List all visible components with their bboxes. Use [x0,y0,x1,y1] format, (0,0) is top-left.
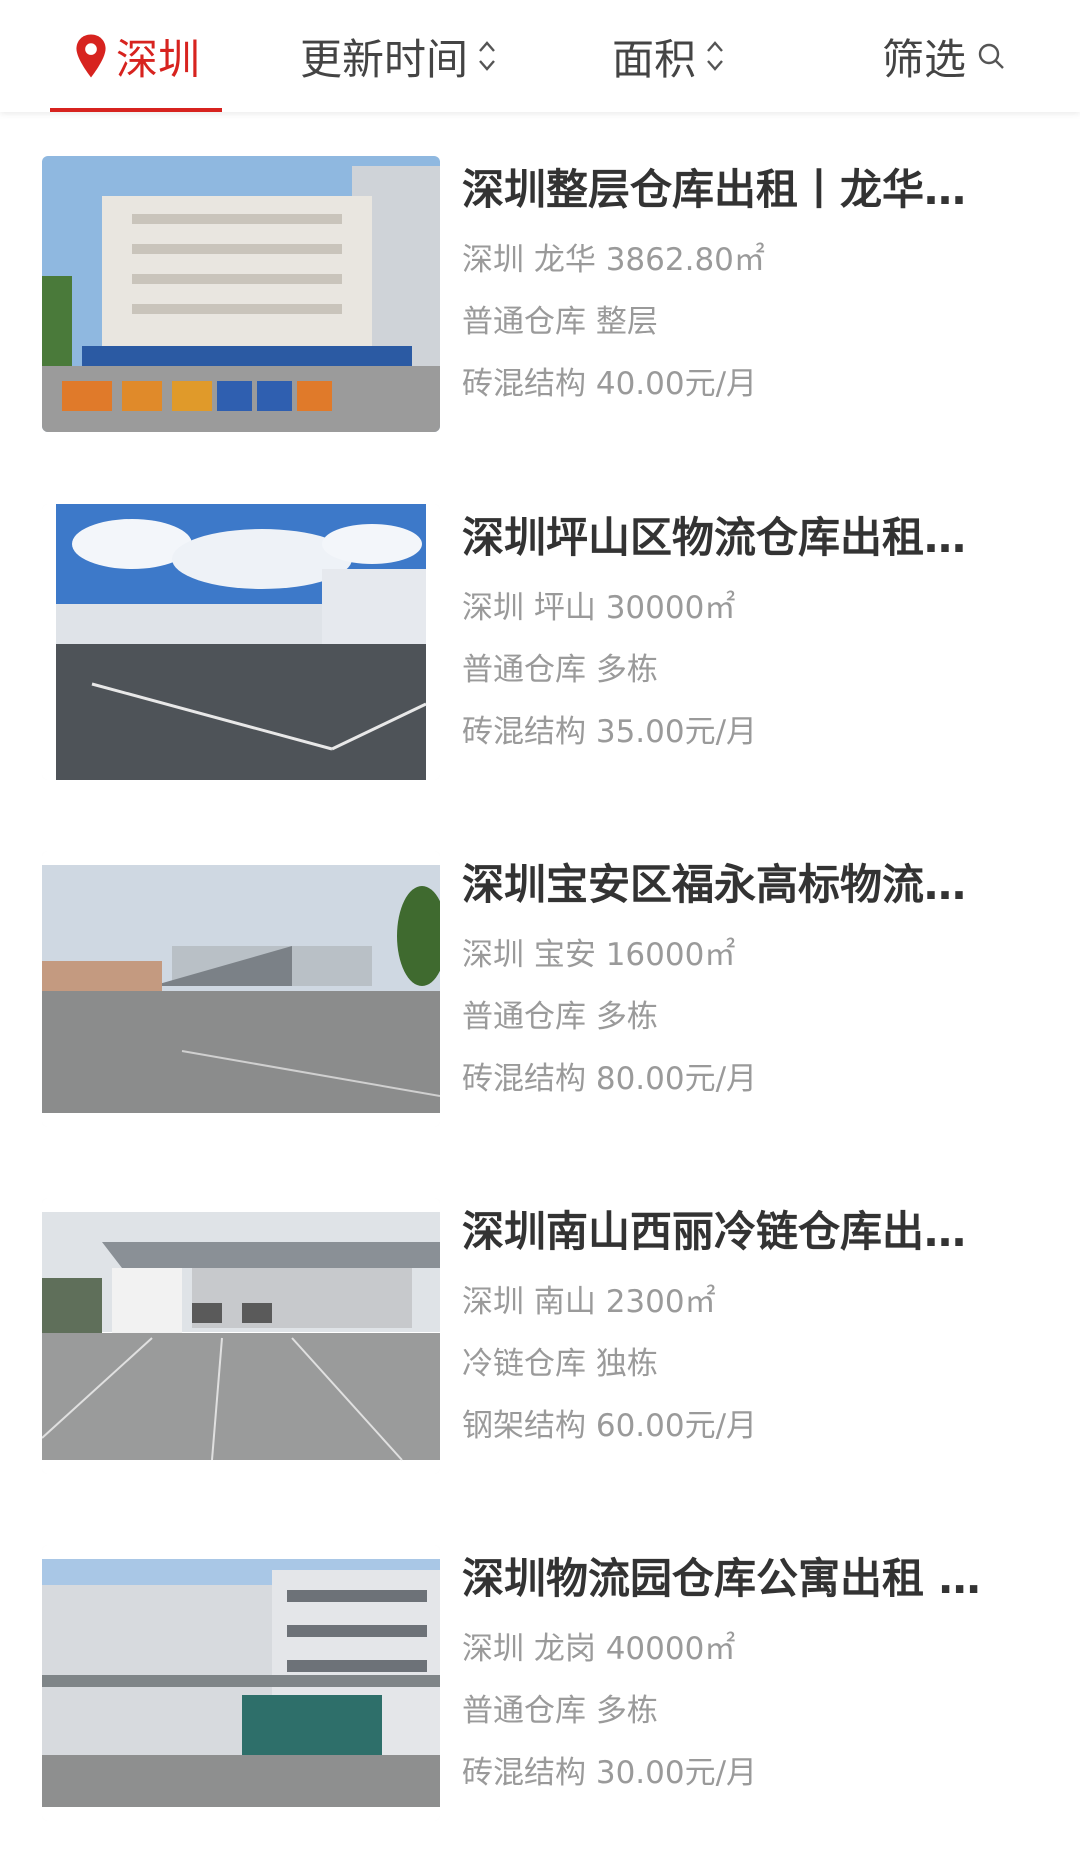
listing-photo[interactable] [42,851,440,1127]
filter-label: 筛选 [882,34,967,84]
sort-by-update-time[interactable]: 更新时间 [300,0,498,112]
listing-title[interactable]: 深圳坪山区物流仓库出租… [462,510,1052,566]
location-pin-icon [76,34,106,78]
listing-structure-price: 砖混结构 80.00元/月 [462,1061,758,1097]
listing-location-area: 深圳 龙岗 40000㎡ [462,1631,736,1667]
listing-structure-price: 砖混结构 35.00元/月 [462,714,758,750]
sort-area-label: 面积 [612,34,697,84]
city-selector[interactable]: 深圳 [50,0,222,112]
listing-card[interactable]: 深圳物流园仓库公寓出租 … 深圳 龙岗 40000㎡ 普通仓库 多栋 砖混结构 … [42,1545,1042,1825]
listing-card[interactable]: 深圳宝安区福永高标物流… 深圳 宝安 16000㎡ 普通仓库 多栋 砖混结构 8… [42,851,1042,1131]
listing-structure-price: 砖混结构 30.00元/月 [462,1755,758,1791]
listing-title[interactable]: 深圳南山西丽冷链仓库出… [462,1204,1052,1260]
search-icon [978,43,1004,69]
listing-type: 普通仓库 多栋 [462,1693,658,1729]
listing-title[interactable]: 深圳物流园仓库公寓出租 … [462,1551,1052,1607]
listing-card[interactable]: 深圳整层仓库出租丨龙华… 深圳 龙华 3862.80㎡ 普通仓库 整层 砖混结构… [42,156,1042,436]
listing-photo[interactable] [42,504,440,780]
listing-card[interactable]: 深圳坪山区物流仓库出租… 深圳 坪山 30000㎡ 普通仓库 多栋 砖混结构 3… [42,504,1042,784]
filter-button[interactable]: 筛选 [882,0,1006,112]
listing-photo[interactable] [42,1198,440,1474]
listing-location-area: 深圳 龙华 3862.80㎡ [462,242,765,278]
sort-updown-icon [707,41,723,71]
sort-updown-icon [479,41,495,71]
listing-location-area: 深圳 南山 2300㎡ [462,1284,716,1320]
city-label: 深圳 [116,34,201,84]
listing-structure-price: 砖混结构 40.00元/月 [462,366,758,402]
listing-title[interactable]: 深圳整层仓库出租丨龙华… [462,162,1052,218]
listing-photo[interactable] [42,156,440,432]
sort-time-label: 更新时间 [300,34,469,84]
listing-card[interactable]: 深圳南山西丽冷链仓库出… 深圳 南山 2300㎡ 冷链仓库 独栋 钢架结构 60… [42,1198,1042,1478]
listing-photo[interactable] [42,1545,440,1821]
active-tab-underline [50,108,222,112]
listing-type: 冷链仓库 独栋 [462,1346,658,1382]
listing-type: 普通仓库 多栋 [462,652,658,688]
listing-title[interactable]: 深圳宝安区福永高标物流… [462,857,1052,913]
filter-bar: 深圳 更新时间 面积 筛选 [0,0,1080,112]
sort-by-area[interactable]: 面积 [612,0,726,112]
listing-type: 普通仓库 多栋 [462,999,658,1035]
listing-location-area: 深圳 坪山 30000㎡ [462,590,736,626]
listing-location-area: 深圳 宝安 16000㎡ [462,937,736,973]
listing-structure-price: 钢架结构 60.00元/月 [462,1408,758,1444]
listing-type: 普通仓库 整层 [462,304,658,340]
